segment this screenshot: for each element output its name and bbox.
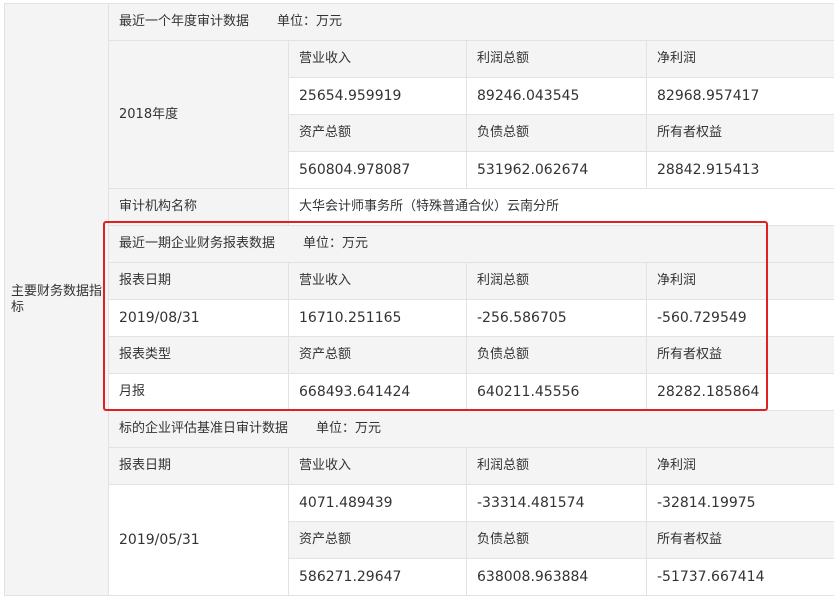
valuation-net-profit-value: -32814.19975 — [645, 484, 834, 522]
valuation-net-profit-label: 净利润 — [645, 447, 834, 485]
valuation-labels-row-1: 报表日期 营业收入 利润总额 净利润 — [5, 447, 834, 485]
annual-owners-equity-value: 28842.915413 — [645, 151, 834, 189]
latest-revenue-label: 营业收入 — [288, 262, 467, 300]
annual-total-liabilities-label: 负债总额 — [466, 114, 647, 152]
latest-section-header: 最近一期企业财务报表数据 单位：万元 — [107, 225, 834, 263]
latest-net-profit-value: -560.729549 — [645, 299, 834, 337]
latest-section-title: 最近一期企业财务报表数据 — [119, 236, 276, 251]
latest-total-assets-label: 资产总额 — [288, 336, 467, 374]
valuation-header-row: 标的企业评估基准日审计数据 单位：万元 — [5, 410, 834, 448]
annual-header-row: 主要财务数据指标 最近一个年度审计数据 单位：万元 — [4, 3, 834, 596]
valuation-revenue-value: 4071.489439 — [288, 484, 467, 522]
annual-total-assets-value: 560804.978087 — [288, 151, 467, 189]
latest-labels-row-2: 报表类型 资产总额 负债总额 所有者权益 — [5, 336, 834, 374]
annual-unit-label: 单位：万元 — [277, 14, 343, 29]
latest-total-profit-label: 利润总额 — [466, 262, 647, 300]
annual-net-profit-label: 净利润 — [645, 40, 834, 78]
annual-labels-row-1: 2018年度 营业收入 利润总额 净利润 — [5, 40, 834, 189]
latest-net-profit-label: 净利润 — [645, 262, 834, 300]
valuation-total-liabilities-value: 638008.963884 — [466, 558, 647, 596]
annual-year-cell: 2018年度 — [108, 40, 289, 189]
latest-report-date-label: 报表日期 — [108, 262, 289, 300]
auditor-value: 大华会计师事务所（特殊普通合伙）云南分所 — [287, 188, 834, 226]
valuation-total-assets-value: 586271.29647 — [288, 558, 467, 596]
annual-revenue-value: 25654.959919 — [288, 77, 467, 115]
annual-owners-equity-label: 所有者权益 — [645, 114, 834, 152]
annual-revenue-label: 营业收入 — [288, 40, 467, 78]
valuation-total-profit-label: 利润总额 — [466, 447, 647, 485]
valuation-revenue-label: 营业收入 — [288, 447, 467, 485]
latest-total-liabilities-value: 640211.45556 — [466, 373, 647, 411]
latest-unit-label: 单位：万元 — [303, 236, 369, 251]
financial-data-panel: 主要财务数据指标 最近一个年度审计数据 单位：万元 2018年度 营业收入 利润总… — [0, 0, 834, 600]
annual-total-profit-label: 利润总额 — [466, 40, 647, 78]
latest-report-type-label: 报表类型 — [108, 336, 289, 374]
annual-net-profit-value: 82968.957417 — [645, 77, 834, 115]
valuation-total-liabilities-label: 负债总额 — [466, 521, 647, 559]
latest-total-liabilities-label: 负债总额 — [466, 336, 647, 374]
valuation-owners-equity-value: -51737.667414 — [645, 558, 834, 596]
latest-report-date-value: 2019/08/31 — [108, 299, 289, 337]
valuation-report-date-label: 报表日期 — [108, 447, 289, 485]
valuation-report-date-value: 2019/05/31 — [108, 484, 289, 596]
latest-header-row: 最近一期企业财务报表数据 单位：万元 — [5, 225, 834, 263]
latest-owners-equity-label: 所有者权益 — [645, 336, 834, 374]
annual-section-title: 最近一个年度审计数据 — [119, 14, 250, 29]
auditor-label: 审计机构名称 — [108, 188, 289, 226]
latest-revenue-value: 16710.251165 — [288, 299, 467, 337]
latest-values-row-2: 月报 668493.641424 640211.45556 28282.1858… — [5, 373, 834, 411]
latest-total-profit-value: -256.586705 — [466, 299, 647, 337]
valuation-values-row-1: 2019/05/31 4071.489439 -33314.481574 -32… — [5, 484, 834, 596]
main-financial-indicators-label: 主要财务数据指标 — [4, 3, 109, 596]
valuation-owners-equity-label: 所有者权益 — [645, 521, 834, 559]
financial-data-table: 主要财务数据指标 最近一个年度审计数据 单位：万元 2018年度 营业收入 利润总… — [4, 3, 834, 596]
auditor-row: 审计机构名称 大华会计师事务所（特殊普通合伙）云南分所 — [5, 188, 834, 226]
latest-values-row-1: 2019/08/31 16710.251165 -256.586705 -560… — [5, 299, 834, 337]
valuation-total-assets-label: 资产总额 — [288, 521, 467, 559]
latest-report-type-value: 月报 — [108, 373, 289, 411]
latest-labels-row-1: 报表日期 营业收入 利润总额 净利润 — [5, 262, 834, 300]
valuation-section-header: 标的企业评估基准日审计数据 单位：万元 — [107, 410, 834, 448]
valuation-unit-label: 单位：万元 — [316, 421, 382, 436]
valuation-section-title: 标的企业评估基准日审计数据 — [119, 421, 289, 436]
latest-owners-equity-value: 28282.185864 — [645, 373, 834, 411]
annual-total-profit-value: 89246.043545 — [466, 77, 647, 115]
annual-section-header: 最近一个年度审计数据 单位：万元 — [107, 3, 834, 41]
annual-total-liabilities-value: 531962.062674 — [466, 151, 647, 189]
latest-total-assets-value: 668493.641424 — [288, 373, 467, 411]
valuation-total-profit-value: -33314.481574 — [466, 484, 647, 522]
annual-total-assets-label: 资产总额 — [288, 114, 467, 152]
